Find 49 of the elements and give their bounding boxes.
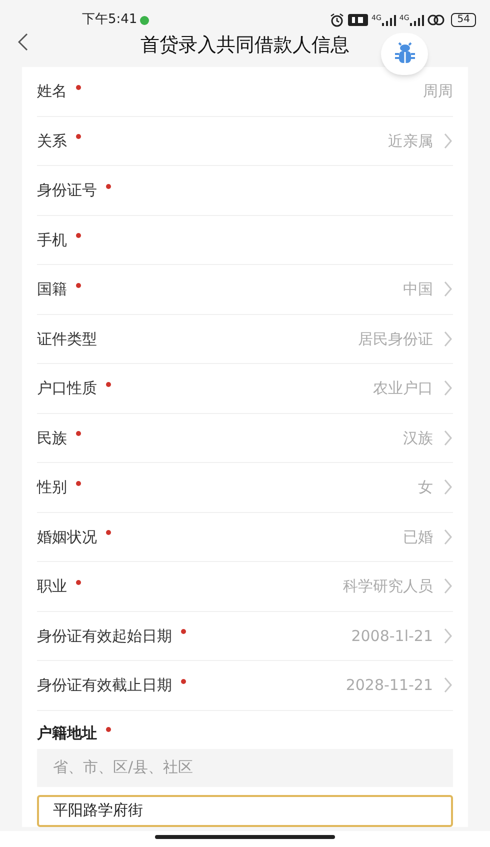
chevron-right-icon bbox=[443, 380, 453, 396]
field-label: 性别 bbox=[37, 477, 67, 498]
bug-icon bbox=[392, 42, 416, 66]
field-label: 身份证号 bbox=[37, 180, 97, 201]
chevron-right-icon bbox=[443, 132, 453, 149]
chevron-right-icon bbox=[443, 528, 453, 545]
signal-icon bbox=[382, 14, 396, 26]
field-label: 手机 bbox=[37, 230, 67, 250]
select-field[interactable]: 科学研究人员 bbox=[343, 575, 453, 598]
field-label: 证件类型 bbox=[37, 328, 97, 350]
select-field[interactable]: 2028-11-21 bbox=[346, 674, 453, 696]
battery-indicator: 54 bbox=[451, 13, 476, 27]
field-label: 民族 bbox=[37, 428, 67, 448]
chevron-right-icon bbox=[443, 430, 453, 446]
select-field[interactable]: 2008-1l-21 bbox=[351, 624, 453, 647]
field-label: 职业 bbox=[37, 576, 67, 597]
chevron-right-icon bbox=[443, 677, 453, 694]
chevron-right-icon bbox=[443, 330, 453, 347]
field-label: 户口性质 bbox=[37, 378, 97, 399]
chevron-right-icon bbox=[443, 628, 453, 644]
status-time: 下午5:41 bbox=[82, 11, 138, 30]
field-label: 婚姻状况 bbox=[37, 526, 97, 548]
field-label: 身份证有效起始日期 bbox=[37, 626, 172, 646]
address-input-field[interactable]: 平阳路学府街 bbox=[37, 794, 453, 826]
chevron-right-icon bbox=[443, 578, 453, 594]
select-field[interactable]: 女 bbox=[418, 476, 453, 498]
page-title: 首贷录入共同借款人信息 bbox=[140, 32, 350, 58]
select-field[interactable]: 居民身份证 bbox=[358, 328, 453, 350]
back-icon bbox=[18, 33, 28, 51]
chevron-right-icon bbox=[443, 479, 453, 496]
field-label: 姓名 bbox=[37, 81, 67, 102]
field-label: 关系 bbox=[37, 130, 67, 152]
signal-icon bbox=[410, 14, 424, 26]
chevron-right-icon bbox=[443, 281, 453, 298]
select-field[interactable]: 汉族 bbox=[403, 426, 453, 449]
field-label: 国籍 bbox=[37, 279, 67, 300]
link-icon bbox=[427, 14, 446, 26]
notification-dot-icon bbox=[140, 16, 150, 24]
select-field[interactable]: 近亲属 bbox=[388, 130, 453, 152]
select-field[interactable]: 已婚 bbox=[403, 526, 453, 548]
select-field[interactable]: 中国 bbox=[403, 278, 453, 300]
field-label: 身份证有效截止日期 bbox=[37, 675, 172, 696]
hd-icon bbox=[348, 14, 368, 26]
field-label: 户籍地址 bbox=[37, 723, 97, 744]
select-field[interactable]: 农业户口 bbox=[373, 377, 453, 400]
alarm-icon bbox=[329, 13, 346, 27]
debug-button[interactable] bbox=[381, 33, 428, 75]
region-select-field[interactable]: 省、市、区/县、社区 bbox=[37, 748, 453, 786]
text-field[interactable]: 周周 bbox=[423, 80, 453, 102]
